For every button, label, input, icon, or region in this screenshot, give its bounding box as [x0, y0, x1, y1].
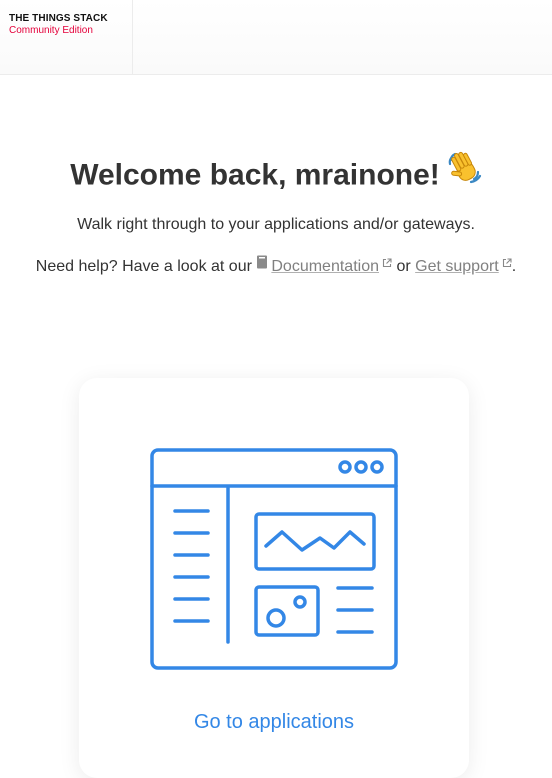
application-dashboard-icon — [150, 448, 398, 670]
help-suffix: . — [511, 258, 517, 276]
waving-hand-icon — [446, 149, 482, 198]
welcome-subline: Walk right through to your applications … — [77, 216, 475, 233]
brand-subtitle: Community Edition — [9, 25, 93, 36]
help-prefix: Need help? Have a look at our — [35, 258, 252, 276]
go-to-applications-label[interactable]: Go to applications — [79, 708, 469, 736]
book-icon — [256, 254, 268, 276]
get-support-link[interactable]: Get support — [415, 258, 499, 275]
help-middle: or — [396, 258, 411, 276]
welcome-heading-text: Welcome back, mrainone! — [70, 158, 440, 192]
brand-title: THE THINGS STACK — [9, 13, 108, 24]
brand-logo[interactable]: THE THINGS STACK Community Edition — [0, 0, 133, 75]
welcome-heading: Welcome back, mrainone! — [0, 149, 552, 201]
go-to-applications-card[interactable]: Go to applications — [79, 378, 469, 778]
top-navigation-bar: THE THINGS STACK Community Edition — [0, 0, 552, 75]
help-line: Need help? Have a look at our Documentat… — [0, 253, 552, 278]
external-link-icon — [382, 253, 392, 275]
external-link-icon — [502, 253, 512, 275]
documentation-link[interactable]: Documentation — [271, 258, 379, 275]
